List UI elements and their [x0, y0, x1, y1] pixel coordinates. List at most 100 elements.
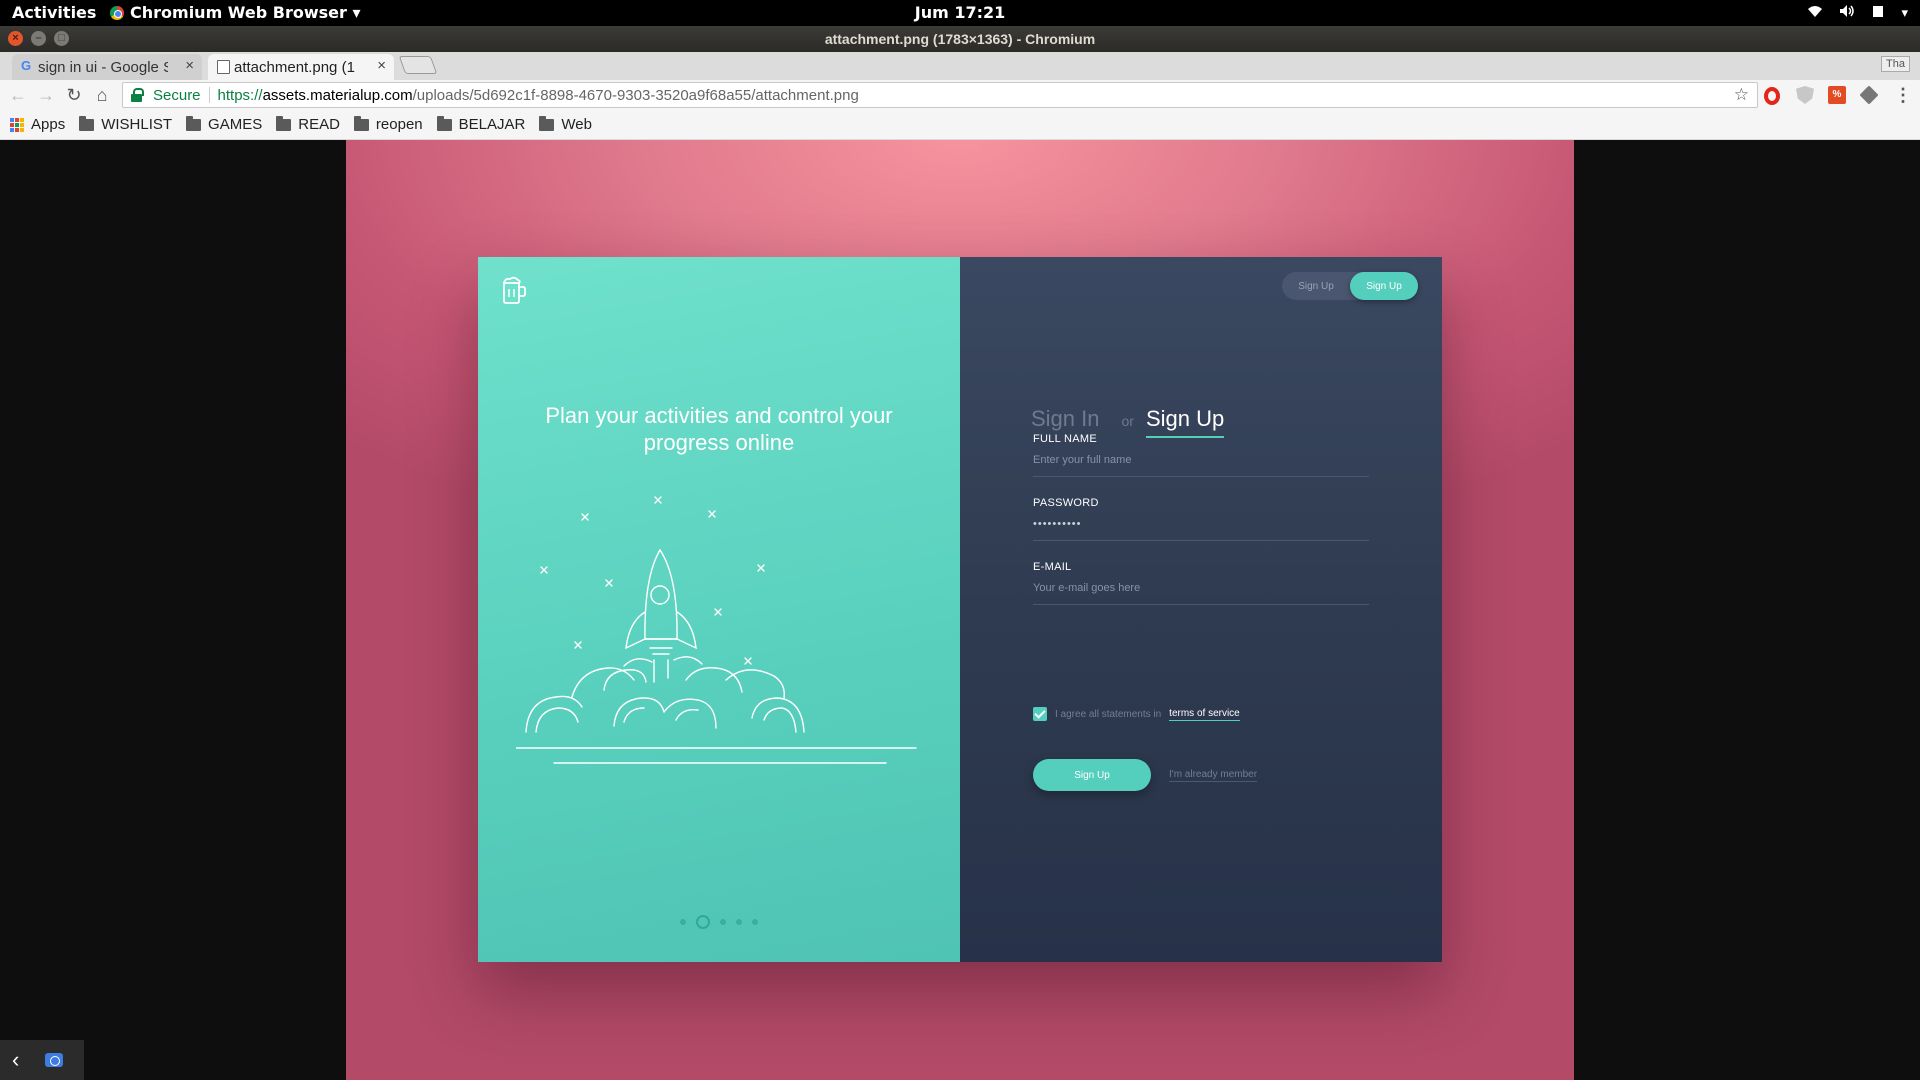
home-icon[interactable]: ⌂: [90, 83, 114, 107]
camera-app-icon[interactable]: [45, 1053, 64, 1067]
signup-card-mockup: Plan your activities and control your pr…: [478, 257, 1442, 962]
google-icon: G: [21, 58, 32, 73]
password-input[interactable]: ••••••••••: [1033, 518, 1369, 530]
omnibox-separator: [208, 87, 210, 103]
form-panel: Sign Up Sign Up Sign In or Sign Up FULL …: [960, 257, 1442, 962]
forward-arrow-icon[interactable]: →: [34, 83, 58, 107]
lock-icon[interactable]: [131, 88, 145, 102]
bookmark-star-icon[interactable]: ☆: [1734, 85, 1749, 105]
carousel-dot[interactable]: [752, 919, 758, 925]
bookmarks-bar: Apps WISHLIST GAMES READ reopen BELAJAR …: [0, 110, 1920, 140]
diamond-extension-icon[interactable]: [1859, 85, 1879, 105]
terms-agreement: I agree all statements in terms of servi…: [1033, 707, 1240, 721]
battery-icon[interactable]: [1871, 4, 1885, 22]
url-path: /uploads/5d692c1f-8898-4670-9303-3520a9f…: [412, 86, 859, 104]
auth-mode-toggle[interactable]: Sign Up Sign Up: [1282, 272, 1418, 300]
carousel-dot-active[interactable]: [696, 915, 710, 929]
system-tray[interactable]: ▾: [1807, 4, 1908, 22]
bookmark-label: BELAJAR: [458, 116, 526, 133]
bookmark-wishlist[interactable]: WISHLIST: [79, 115, 173, 133]
page-viewport: Plan your activities and control your pr…: [0, 140, 1920, 1080]
address-bar[interactable]: Secure https://assets.materialup.com/upl…: [122, 82, 1758, 108]
tab-sign-in-ui[interactable]: G sign in ui - Google S ×: [12, 54, 202, 80]
carousel-dot[interactable]: [680, 919, 686, 925]
folder-icon: [539, 115, 555, 131]
email-field[interactable]: E-MAIL Your e-mail goes here: [1033, 561, 1369, 605]
new-tab-button[interactable]: [398, 56, 438, 74]
terms-text: I agree all statements in: [1055, 708, 1162, 720]
rocket-launch-illustration: [516, 496, 917, 764]
carousel-dot[interactable]: [736, 919, 742, 925]
bookmark-label: Web: [561, 116, 592, 133]
bookmark-reopen[interactable]: reopen: [353, 115, 423, 133]
bookmark-apps[interactable]: Apps: [10, 116, 65, 133]
bookmark-label: READ: [298, 116, 340, 133]
email-label: E-MAIL: [1033, 561, 1072, 573]
bookmark-label: reopen: [375, 116, 423, 133]
tab-strip: G sign in ui - Google S × attachment.png…: [0, 52, 1920, 80]
volume-icon[interactable]: [1839, 4, 1855, 22]
close-tab-icon[interactable]: ×: [377, 57, 386, 74]
browser-toolbar: ← → ↻ ⌂ Secure https://assets.materialup…: [0, 80, 1920, 110]
apps-icon: [10, 117, 24, 132]
folder-icon: [353, 115, 369, 131]
file-icon: [217, 60, 230, 74]
full-name-field[interactable]: FULL NAME Enter your full name: [1033, 433, 1369, 477]
shield-extension-icon[interactable]: [1796, 86, 1814, 104]
folder-icon: [276, 115, 292, 131]
wifi-icon[interactable]: [1807, 5, 1823, 22]
terms-checkbox[interactable]: [1033, 707, 1047, 721]
bookmark-web[interactable]: Web: [539, 115, 592, 133]
toggle-option-inactive[interactable]: Sign Up: [1282, 272, 1350, 300]
bookmark-label: WISHLIST: [101, 116, 173, 133]
app-menu-label: Chromium Web Browser ▾: [130, 3, 361, 22]
toggle-option-active[interactable]: Sign Up: [1350, 272, 1418, 300]
password-field[interactable]: PASSWORD ••••••••••: [1033, 497, 1369, 541]
attachment-image: Plan your activities and control your pr…: [346, 140, 1574, 1080]
url-protocol: https://: [217, 86, 263, 104]
password-label: PASSWORD: [1033, 497, 1099, 509]
opera-extension-icon[interactable]: [1764, 87, 1780, 105]
browser-menu-icon[interactable]: ⋮: [1894, 86, 1912, 104]
system-menu-arrow-icon[interactable]: ▾: [1901, 6, 1908, 21]
tab-label: sign in ui - Google S: [38, 58, 168, 76]
bookmark-belajar[interactable]: BELAJAR: [436, 115, 526, 133]
bottom-dock: ‹: [0, 1040, 84, 1080]
tab-attachment[interactable]: attachment.png (1 ×: [208, 54, 394, 80]
carousel-dot[interactable]: [720, 919, 726, 925]
sign-up-button[interactable]: Sign Up: [1033, 759, 1151, 791]
bookmark-label: Apps: [31, 116, 66, 133]
bookmark-label: GAMES: [208, 116, 263, 133]
gnome-top-bar: Activities Chromium Web Browser ▾ Jum 17…: [0, 0, 1920, 26]
tabs-or-separator: or: [1121, 413, 1134, 429]
folder-icon: [79, 115, 95, 131]
app-menu[interactable]: Chromium Web Browser ▾: [110, 3, 360, 22]
activities-button[interactable]: Activities: [12, 3, 96, 22]
panel-headline: Plan your activities and control your pr…: [545, 403, 893, 455]
url-text[interactable]: https://assets.materialup.com/uploads/5d…: [218, 87, 859, 104]
tab-label: attachment.png (1: [234, 58, 355, 76]
url-host: assets.materialup.com: [262, 86, 413, 104]
profile-button[interactable]: Tha: [1881, 56, 1910, 72]
bookmark-read[interactable]: READ: [276, 115, 340, 133]
already-member-link[interactable]: I'm already member: [1169, 769, 1258, 782]
chromium-icon: [110, 5, 124, 20]
window-title-bar: × – □ attachment.png (1783×1363) - Chrom…: [0, 26, 1920, 52]
bookmark-games[interactable]: GAMES: [186, 115, 263, 133]
carousel-dots: [478, 915, 960, 929]
reload-icon[interactable]: ↻: [62, 83, 86, 107]
folder-icon: [186, 115, 202, 131]
full-name-input[interactable]: Enter your full name: [1033, 454, 1369, 466]
close-tab-icon[interactable]: ×: [185, 57, 194, 74]
full-name-label: FULL NAME: [1033, 433, 1098, 445]
terms-of-service-link[interactable]: terms of service: [1169, 708, 1240, 721]
office-extension-icon[interactable]: %: [1828, 86, 1846, 104]
tab-sign-in[interactable]: Sign In: [1031, 406, 1100, 432]
secure-label[interactable]: Secure: [153, 87, 201, 104]
illustration-panel: Plan your activities and control your pr…: [478, 257, 960, 962]
back-arrow-icon[interactable]: ←: [6, 83, 30, 107]
mug-logo-icon: [503, 276, 526, 304]
chevron-left-icon[interactable]: ‹: [12, 1047, 19, 1073]
folder-icon: [436, 115, 452, 131]
email-input[interactable]: Your e-mail goes here: [1033, 582, 1369, 594]
